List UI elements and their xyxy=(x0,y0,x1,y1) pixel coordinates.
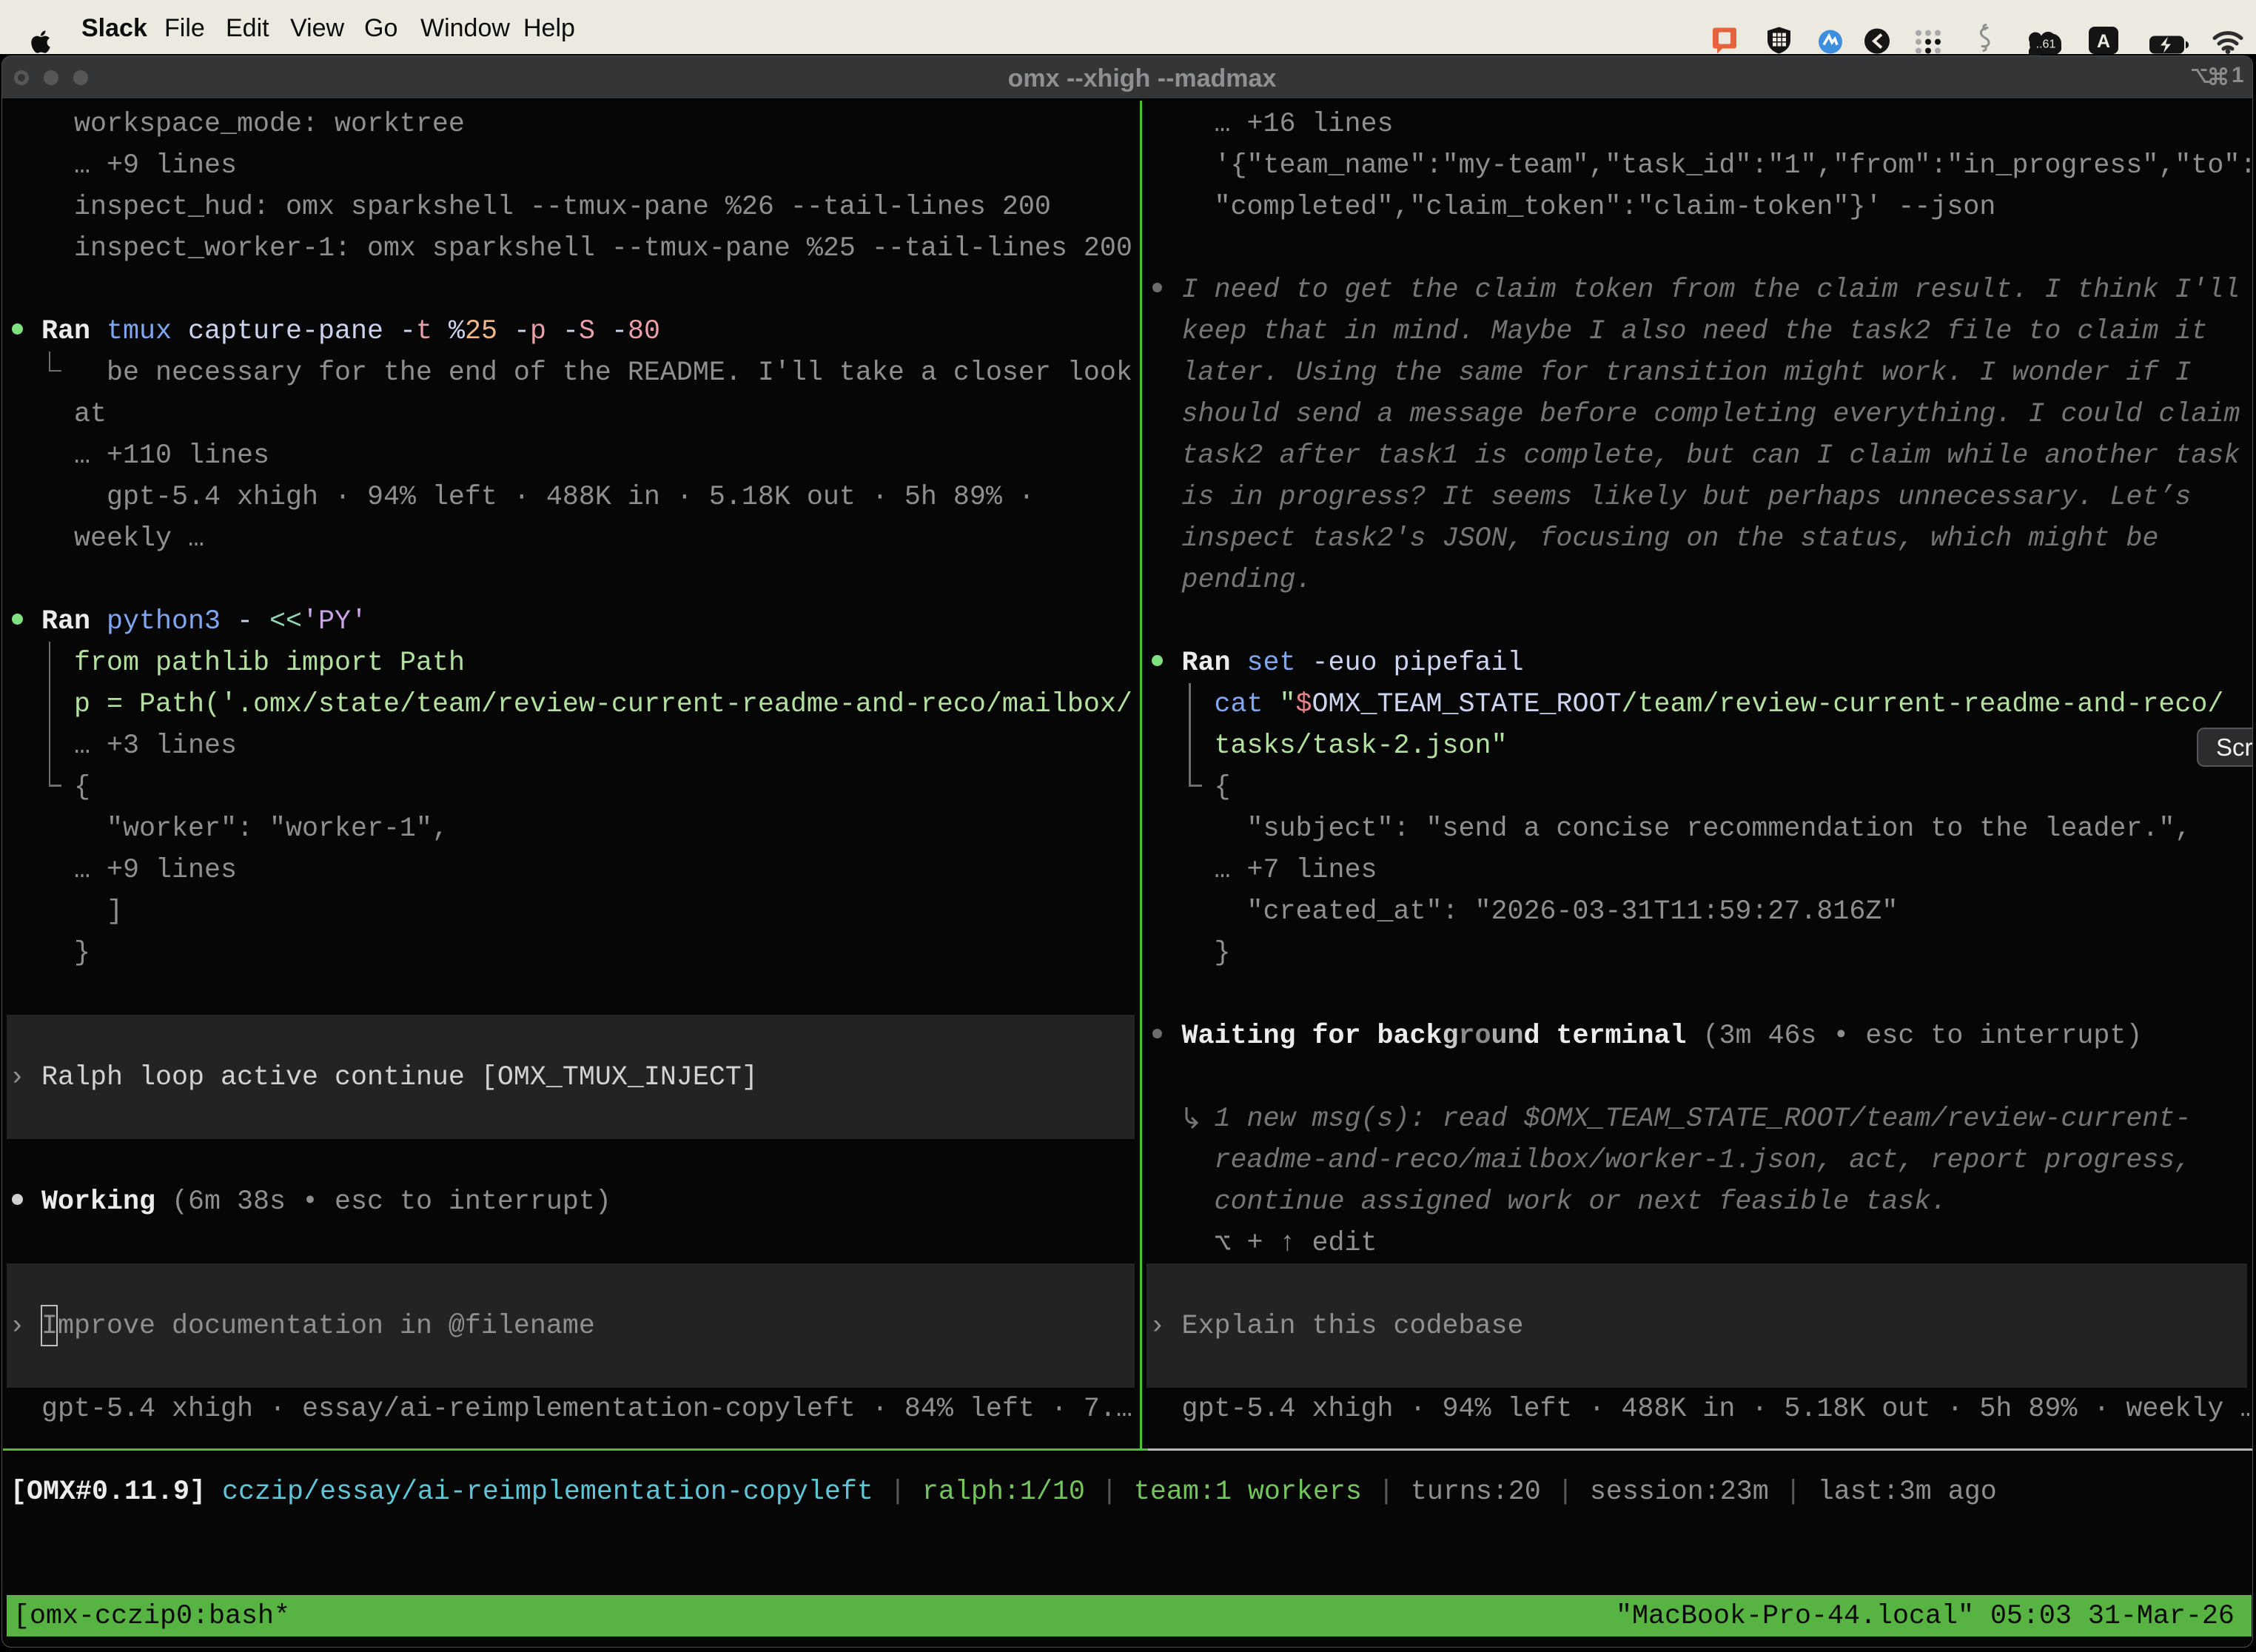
svg-text:..61: ..61 xyxy=(2036,38,2056,51)
svg-text:A: A xyxy=(2097,31,2110,52)
